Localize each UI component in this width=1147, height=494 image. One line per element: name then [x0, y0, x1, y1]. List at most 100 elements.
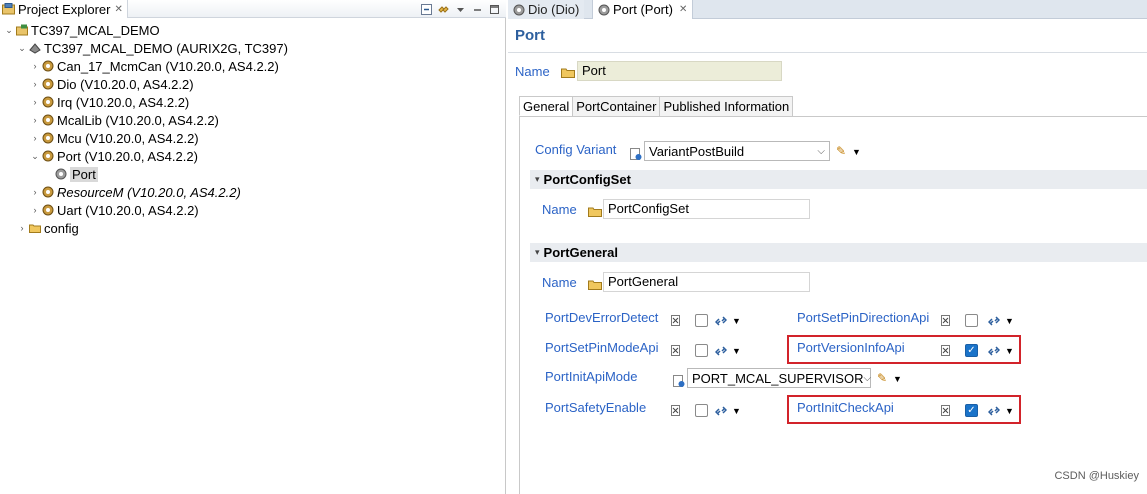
module-icon — [42, 204, 54, 216]
tree-item-ecu[interactable]: ⌄ TC397_MCAL_DEMO (AURIX2G, TC397) — [17, 39, 288, 57]
dropdown-arrow-icon[interactable]: ▼ — [852, 147, 861, 157]
config-variant-select[interactable]: VariantPostBuild ⌵ — [644, 141, 830, 161]
chevron-right-icon[interactable]: › — [17, 223, 27, 233]
port-set-pin-direction-api-label: PortSetPinDirectionApi — [797, 310, 930, 325]
config-icon — [55, 168, 67, 180]
tree-item-label: McalLib (V10.20.0, AS4.2.2) — [57, 112, 219, 128]
config-set-name-field[interactable]: PortConfigSet — [603, 199, 810, 219]
chevron-right-icon[interactable]: › — [30, 115, 40, 125]
edit-pencil-icon[interactable]: ✎ — [877, 371, 887, 385]
dropdown-arrow-icon[interactable]: ▼ — [1005, 316, 1014, 326]
divider — [508, 52, 1147, 53]
tree-item-label: ResourceM (V10.20.0, AS4.2.2) — [57, 184, 241, 200]
folder-icon — [29, 224, 41, 233]
dropdown-arrow-icon[interactable]: ▼ — [1005, 346, 1014, 356]
port-dev-error-detect-checkbox[interactable] — [695, 314, 708, 327]
chevron-down-icon: ⌵ — [863, 372, 872, 384]
tree-item-label: TC397_MCAL_DEMO (AURIX2G, TC397) — [44, 40, 288, 56]
link-icon[interactable] — [715, 315, 727, 327]
port-set-pin-direction-api-checkbox[interactable] — [965, 314, 978, 327]
general-name-field[interactable]: PortGeneral — [603, 272, 810, 292]
name-field[interactable]: Port — [577, 61, 782, 81]
close-icon[interactable]: ✕ — [679, 4, 687, 15]
chevron-right-icon[interactable]: › — [30, 79, 40, 89]
module-icon — [42, 78, 54, 90]
port-general-section-header[interactable]: ▾ PortGeneral — [530, 243, 1147, 262]
editor-tab-dio[interactable]: Dio (Dio) — [508, 0, 585, 19]
port-set-pin-mode-api-checkbox[interactable] — [695, 344, 708, 357]
chevron-right-icon[interactable]: › — [30, 61, 40, 71]
edit-pencil-icon[interactable]: ✎ — [836, 144, 846, 158]
tab-general[interactable]: General — [519, 96, 574, 116]
collapse-all-icon[interactable] — [421, 3, 432, 15]
tree-item-module[interactable]: › Uart (V10.20.0, AS4.2.2) — [30, 201, 199, 219]
tree-item-module[interactable]: › McalLib (V10.20.0, AS4.2.2) — [30, 111, 219, 129]
tree-item-label: Mcu (V10.20.0, AS4.2.2) — [57, 130, 199, 146]
dropdown-arrow-icon[interactable]: ▼ — [732, 316, 741, 326]
link-icon[interactable] — [988, 405, 1000, 417]
dropdown-arrow-icon[interactable]: ▼ — [893, 374, 902, 384]
port-safety-enable-label: PortSafetyEnable — [545, 400, 647, 415]
editor-area: Dio (Dio) Port (Port) ✕ Port Name Port G… — [508, 0, 1147, 494]
chevron-down-icon[interactable]: ⌄ — [30, 151, 40, 162]
view-toolbar — [421, 0, 500, 18]
section-title: PortGeneral — [543, 245, 618, 260]
maximize-icon[interactable] — [489, 4, 500, 15]
tab-port-container[interactable]: PortContainer — [572, 96, 661, 116]
link-icon[interactable] — [988, 315, 1000, 327]
tree-item-module[interactable]: › Can_17_McmCan (V10.20.0, AS4.2.2) — [30, 57, 279, 75]
project-explorer-tabbar: Project Explorer ✕ — [0, 0, 506, 18]
chevron-right-icon[interactable]: › — [30, 205, 40, 215]
chevron-right-icon[interactable]: › — [30, 133, 40, 143]
port-init-check-api-checkbox[interactable]: ✓ — [965, 404, 978, 417]
dropdown-arrow-icon[interactable]: ▼ — [732, 346, 741, 356]
chevron-right-icon[interactable]: › — [30, 187, 40, 197]
chevron-down-icon[interactable]: ⌄ — [4, 25, 14, 36]
port-safety-enable-checkbox[interactable] — [695, 404, 708, 417]
tree-item-module[interactable]: › Irq (V10.20.0, AS4.2.2) — [30, 93, 190, 111]
link-icon[interactable] — [715, 405, 727, 417]
tree-item-port-config[interactable]: Port — [43, 165, 98, 183]
editor-tab-label: Port (Port) — [613, 2, 673, 17]
project-explorer-title: Project Explorer — [18, 1, 111, 17]
project-icon — [16, 24, 28, 36]
tree-item-module[interactable]: › Mcu (V10.20.0, AS4.2.2) — [30, 129, 199, 147]
dropdown-arrow-icon[interactable]: ▼ — [732, 406, 741, 416]
calc-value-icon — [941, 315, 950, 326]
tree-item-project[interactable]: ⌄ TC397_MCAL_DEMO — [4, 21, 160, 39]
module-icon — [42, 132, 54, 144]
port-config-set-section-header[interactable]: ▾ PortConfigSet — [530, 170, 1147, 189]
tree-item-module[interactable]: › Dio (V10.20.0, AS4.2.2) — [30, 75, 194, 93]
view-menu-icon[interactable] — [455, 4, 466, 15]
variant-icon — [630, 148, 642, 160]
tree-item-label: Uart (V10.20.0, AS4.2.2) — [57, 202, 199, 218]
config-variant-label: Config Variant — [535, 142, 617, 157]
tree-item-module[interactable]: › ResourceM (V10.20.0, AS4.2.2) — [30, 183, 241, 201]
tab-published-information[interactable]: Published Information — [659, 96, 794, 116]
form-tabs: General PortContainer Published Informat… — [519, 96, 794, 116]
editor-tab-port[interactable]: Port (Port) ✕ — [592, 0, 694, 19]
tree-item-module-port[interactable]: ⌄ Port (V10.20.0, AS4.2.2) — [30, 147, 198, 165]
app-window: Project Explorer ✕ ⌄ TC397_MCAL_DEMO ⌄ T… — [0, 0, 1147, 494]
tree-item-label: Irq (V10.20.0, AS4.2.2) — [57, 94, 190, 110]
minimize-icon[interactable] — [472, 4, 483, 15]
port-version-info-api-checkbox[interactable]: ✓ — [965, 344, 978, 357]
tree-item-folder[interactable]: › config — [17, 219, 79, 237]
link-icon[interactable] — [988, 345, 1000, 357]
close-icon[interactable]: ✕ — [114, 4, 122, 15]
module-icon — [42, 96, 54, 108]
tree-item-label: TC397_MCAL_DEMO — [31, 22, 160, 38]
tree-item-label: Port — [70, 166, 98, 182]
project-explorer-view: Project Explorer ✕ ⌄ TC397_MCAL_DEMO ⌄ T… — [0, 0, 506, 494]
chevron-right-icon[interactable]: › — [30, 97, 40, 107]
chevron-down-icon[interactable]: ⌄ — [17, 43, 27, 54]
port-init-api-mode-select[interactable]: PORT_MCAL_SUPERVISOR ⌵ — [687, 368, 871, 388]
dropdown-arrow-icon[interactable]: ▼ — [1005, 406, 1014, 416]
project-explorer-tab[interactable]: Project Explorer ✕ — [0, 0, 128, 18]
tree-item-label: config — [44, 220, 79, 236]
folder-icon — [588, 207, 602, 217]
link-with-editor-icon[interactable] — [438, 4, 449, 15]
calc-value-icon — [671, 315, 680, 326]
link-icon[interactable] — [715, 345, 727, 357]
calc-value-icon — [941, 405, 950, 416]
